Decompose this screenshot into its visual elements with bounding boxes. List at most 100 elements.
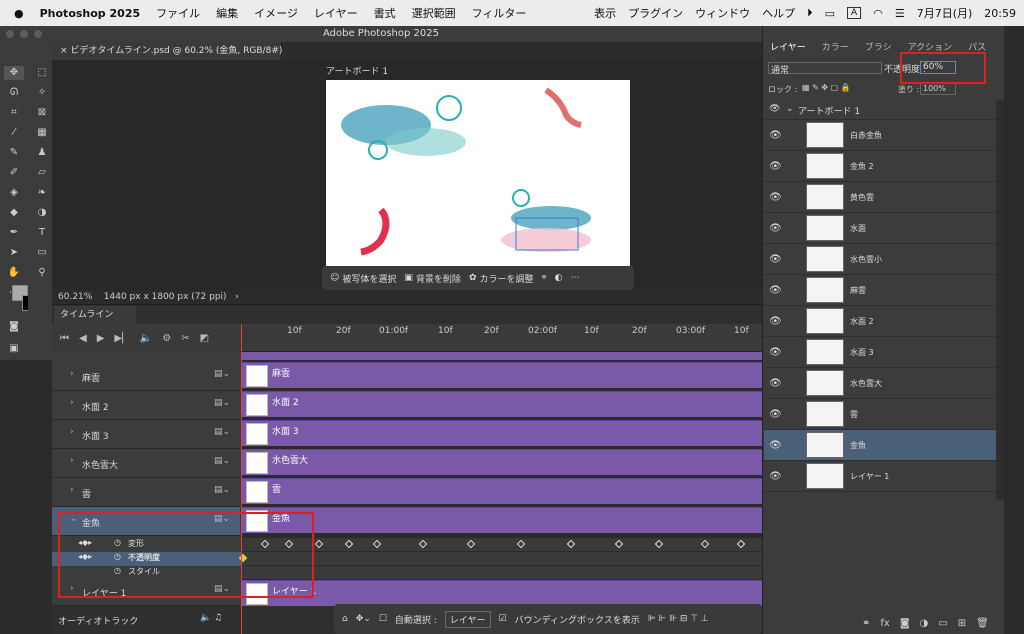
keyframe[interactable] (614, 539, 624, 549)
timeline-tab[interactable]: タイムライン (54, 306, 136, 324)
eye-icon[interactable]: 👁 (769, 378, 782, 389)
layer-row[interactable]: 👁 麻雲 (764, 275, 996, 306)
rectangle-tool-icon[interactable]: ▭ (32, 246, 52, 260)
artboard-group-row[interactable]: 👁 ⌄ アートボード 1 (764, 100, 996, 120)
close-icon[interactable] (6, 30, 14, 38)
screen-mode-icon[interactable]: ▣ (4, 342, 24, 356)
keyframe[interactable] (418, 539, 428, 549)
minimize-icon[interactable] (20, 30, 28, 38)
home-icon[interactable]: ⌂ (342, 614, 348, 624)
lasso-tool-icon[interactable]: ᘏ (4, 86, 24, 100)
menu-filter[interactable]: フィルター (472, 5, 527, 21)
eye-icon[interactable]: 👁 (769, 130, 782, 141)
film-icon[interactable]: ▤⌄ (214, 485, 230, 495)
audio-icon[interactable]: 🔈 ♫ (200, 613, 222, 623)
document-tab[interactable]: × ビデオタイムライン.psd @ 60.2% (金魚, RGB/8#) * (54, 42, 290, 60)
adjustment-icon[interactable]: ◑ (920, 618, 929, 629)
split-icon[interactable]: ✂ (181, 333, 189, 344)
eye-icon[interactable]: 👁 (769, 347, 782, 358)
blur-tool-icon[interactable]: ◆ (4, 206, 24, 220)
eye-icon[interactable]: 👁 (769, 161, 782, 172)
layers-scrollbar[interactable] (996, 100, 1004, 500)
film-icon[interactable]: ▤⌄ (214, 398, 230, 408)
chevron-right-icon[interactable]: › (70, 427, 74, 437)
marquee-tool-icon[interactable]: ⬚ (32, 66, 52, 80)
layer-row[interactable]: 👁 水色雲小 (764, 244, 996, 275)
eraser-tool-icon[interactable]: ▱ (32, 166, 52, 180)
first-frame-icon[interactable]: ⏮ (60, 333, 69, 344)
track-clip[interactable]: 麻雲 (242, 362, 762, 388)
auto-select-checkbox[interactable]: ☐ (379, 614, 387, 624)
timeline-row[interactable]: › 雲 ▤⌄ (52, 478, 240, 507)
menu-plugins[interactable]: プラグイン (628, 5, 683, 21)
menu-window[interactable]: ウィンドウ (695, 5, 750, 21)
layer-row[interactable]: 👁 レイヤー 1 (764, 461, 996, 492)
artboard[interactable] (326, 80, 630, 266)
keyframe[interactable] (372, 539, 382, 549)
film-icon[interactable]: ▤⌄ (214, 369, 230, 379)
artboard-label[interactable]: アートボード 1 (326, 64, 388, 77)
lock-icons[interactable]: ▦ ✎ ✥ ▢ 🔒 (802, 83, 851, 92)
ruler-tool-icon[interactable]: ▦ (32, 126, 52, 140)
track-clip[interactable]: 水色雲大 (242, 449, 762, 475)
menu-layer[interactable]: レイヤー (314, 5, 358, 21)
timeline-row[interactable]: › 水面 2 ▤⌄ (52, 391, 240, 420)
tab-actions[interactable]: アクション (908, 40, 953, 53)
layer-row[interactable]: 👁 水面 2 (764, 306, 996, 337)
chevron-right-icon[interactable]: › (70, 456, 74, 466)
keyframe[interactable] (516, 539, 526, 549)
trash-icon[interactable]: 🗑 (976, 618, 989, 629)
film-icon[interactable]: ▤⌄ (214, 456, 230, 466)
keyframe[interactable] (736, 539, 746, 549)
keyframe[interactable] (654, 539, 664, 549)
menu-select[interactable]: 選択範囲 (412, 5, 456, 21)
magic-wand-tool-icon[interactable]: ✧ (32, 86, 52, 100)
chevron-right-icon[interactable]: › (70, 398, 74, 408)
menu-type[interactable]: 書式 (374, 5, 396, 21)
fx-icon[interactable]: fx (880, 618, 889, 629)
layer-row[interactable]: 👁 白赤金魚 (764, 120, 996, 151)
layer-row[interactable]: 👁 金魚 2 (764, 151, 996, 182)
brush-tool-icon[interactable]: ✎ (4, 146, 24, 160)
pen-tool-icon[interactable]: ✒ (4, 226, 24, 240)
keyframe-row-transform[interactable] (242, 538, 762, 552)
eye-icon[interactable]: 👁 (769, 471, 782, 482)
chevron-right-icon[interactable]: › (70, 485, 74, 495)
track-clip-selected[interactable]: 金魚 (242, 507, 762, 533)
timeline-row[interactable]: › 水面 3 ▤⌄ (52, 420, 240, 449)
chevron-down-icon[interactable]: ⌄ (786, 104, 794, 114)
link-icon[interactable]: ⚭ (862, 618, 870, 629)
keyframe-row-opacity[interactable] (238, 552, 762, 566)
play-button-icon[interactable]: ▶ (97, 333, 105, 344)
settings-icon[interactable]: ⚙ (162, 333, 171, 344)
layer-row-selected[interactable]: 👁 金魚 (764, 430, 996, 461)
keyframe[interactable] (314, 539, 324, 549)
crop-tool-icon[interactable]: ⌗ (4, 106, 24, 120)
eye-icon[interactable]: 👁 (769, 223, 782, 234)
mask-icon[interactable]: ◙ (900, 618, 910, 629)
tab-color[interactable]: カラー (822, 40, 849, 53)
next-frame-icon[interactable]: ▶▏ (114, 333, 129, 344)
menu-time[interactable]: 20:59 (984, 7, 1016, 20)
keyframe[interactable] (344, 539, 354, 549)
folder-icon[interactable]: ▭ (938, 618, 947, 629)
eye-icon[interactable]: 👁 (769, 409, 782, 420)
transform-icon[interactable]: ⌖ (542, 273, 547, 283)
keyframe[interactable] (466, 539, 476, 549)
battery-icon[interactable]: ▭ (825, 7, 835, 20)
quick-mask-icon[interactable]: ◙ (4, 320, 24, 334)
menu-edit[interactable]: 編集 (216, 5, 238, 21)
move-tool-icon[interactable]: ✥ (4, 66, 24, 80)
menu-view[interactable]: 表示 (594, 5, 616, 21)
eye-icon[interactable]: 👁 (769, 192, 782, 203)
align-icons[interactable]: ⊫ ⊩ ⊪ ⊟ ⊤ ⊥ (648, 614, 709, 624)
more-icon[interactable]: ⋯ (570, 273, 579, 283)
hand-tool-icon[interactable]: ✋ (4, 266, 24, 280)
smudge-tool-icon[interactable]: ❧ (32, 186, 52, 200)
play-icon[interactable]: ⏵ (807, 6, 813, 20)
move-icon[interactable]: ✥⌄ (356, 614, 371, 624)
eyedropper-tool-icon[interactable]: ⁄ (4, 126, 24, 140)
zoom-icon[interactable] (34, 30, 42, 38)
healing-tool-icon[interactable]: ✐ (4, 166, 24, 180)
apple-icon[interactable]: ● (14, 7, 24, 20)
